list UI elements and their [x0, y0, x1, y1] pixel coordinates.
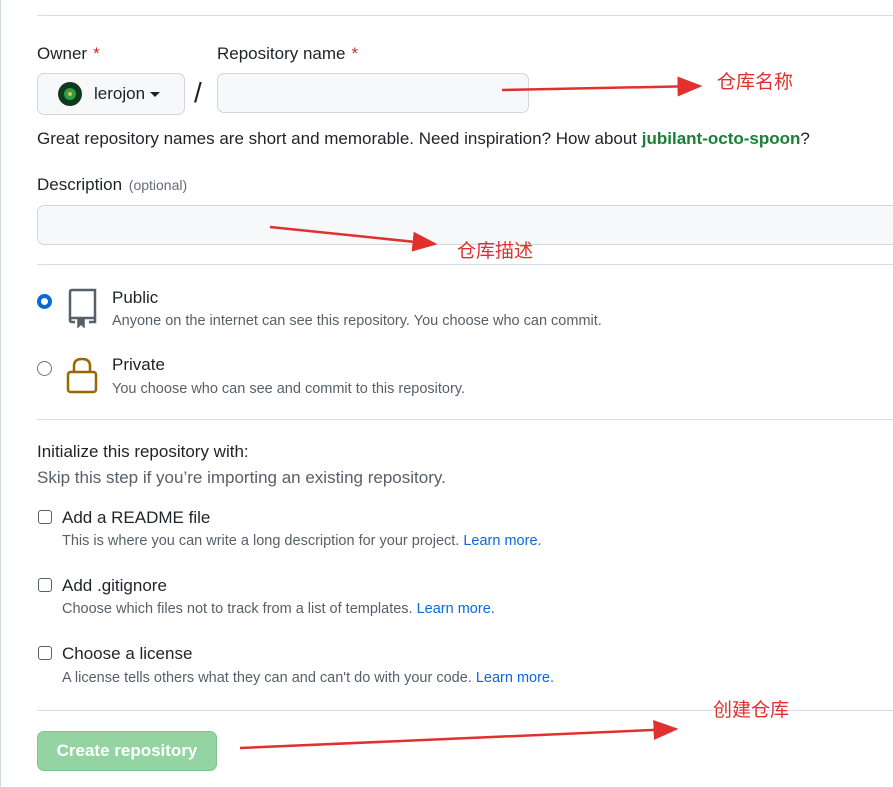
lock-icon — [66, 357, 98, 394]
annotation-create: 创建仓库 — [713, 699, 790, 721]
create-repository-button[interactable]: Create repository — [37, 731, 217, 771]
public-description: Anyone on the internet can see this repo… — [112, 313, 602, 329]
license-checkbox[interactable] — [38, 646, 52, 660]
readme-checkbox[interactable] — [38, 510, 52, 524]
gitignore-description: Choose which files not to track from a l… — [62, 601, 495, 617]
readme-description: This is where you can write a long descr… — [62, 533, 542, 549]
avatar — [58, 82, 82, 106]
divider-visibility — [37, 264, 893, 265]
repository-name-label: Repository name * — [217, 44, 359, 63]
private-radio[interactable] — [37, 361, 52, 376]
optional-tag: (optional) — [128, 177, 188, 193]
owner-label: Owner * — [37, 44, 100, 63]
page-left-border — [0, 0, 1, 787]
readme-title: Add a README file — [62, 508, 211, 527]
initialize-subtitle: Skip this step if you’re importing an ex… — [37, 468, 446, 487]
owner-name: lerojon — [94, 84, 146, 103]
repo-icon — [68, 288, 97, 328]
public-radio[interactable] — [37, 294, 52, 309]
repository-name-hint: Great repository names are short and mem… — [37, 129, 810, 148]
license-title: Choose a license — [62, 644, 193, 663]
name-suggestion-link[interactable]: jubilant-octo-spoon — [642, 129, 801, 148]
gitignore-learn-more-link[interactable]: Learn more. — [417, 601, 495, 617]
repo-required-mark: * — [351, 44, 359, 63]
annotation-repo-name: 仓库名称 — [717, 71, 794, 93]
arrow-to-create-button — [239, 719, 679, 750]
annotation-repo-description: 仓库描述 — [457, 240, 534, 262]
arrow-to-repo-name — [501, 76, 703, 97]
license-description: A license tells others what they can and… — [62, 670, 555, 686]
gitignore-title: Add .gitignore — [62, 576, 167, 595]
divider-initialize — [37, 419, 893, 420]
initialize-title: Initialize this repository with: — [37, 442, 249, 461]
readme-learn-more-link[interactable]: Learn more. — [463, 533, 541, 549]
gitignore-checkbox[interactable] — [38, 578, 52, 592]
divider-top — [37, 15, 893, 16]
owner-required-mark: * — [93, 44, 100, 63]
repository-name-input[interactable] — [217, 73, 529, 113]
public-title: Public — [112, 288, 159, 307]
owner-select-button[interactable]: lerojon — [37, 73, 185, 115]
private-title: Private — [112, 355, 165, 374]
license-learn-more-link[interactable]: Learn more. — [476, 670, 554, 686]
description-label: Description (optional) — [37, 175, 188, 194]
owner-repo-separator: / — [194, 77, 202, 108]
private-description: You choose who can see and commit to thi… — [112, 381, 466, 397]
caret-down-icon — [150, 91, 161, 97]
